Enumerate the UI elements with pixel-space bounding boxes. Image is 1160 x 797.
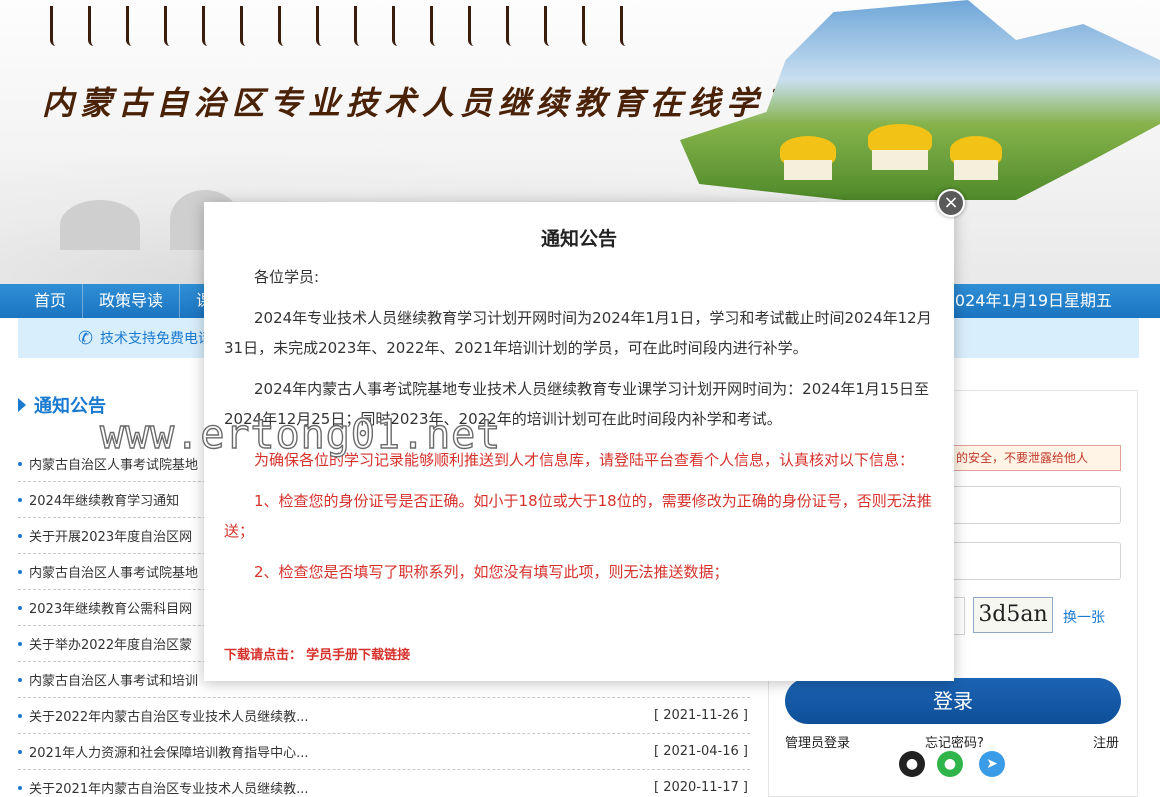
password-input[interactable]: [949, 542, 1121, 580]
admin-login-link[interactable]: 管理员登录: [785, 732, 850, 751]
list-item[interactable]: 关于2021年内蒙古自治区专业技术人员继续教... [ 2020-11-17 ]: [18, 770, 750, 797]
support-phone-label: 技术支持免费电话: [100, 331, 212, 347]
close-icon[interactable]: ×: [937, 189, 965, 217]
list-item-title[interactable]: 2024年继续教育学习通知: [18, 490, 179, 509]
nav-item-home[interactable]: 首页: [0, 284, 84, 318]
nav-date: 2024年1月19日星期五: [944, 291, 1112, 310]
wechat-icon[interactable]: ●: [937, 751, 963, 777]
watermark: www.ertong01.net: [99, 411, 502, 458]
list-item-title[interactable]: 关于举办2022年度自治区蒙: [18, 634, 192, 653]
modal-title: 通知公告: [540, 228, 617, 250]
list-item-title[interactable]: 内蒙古自治区人事考试和培训: [18, 670, 198, 689]
captcha-refresh-link[interactable]: 换一张: [1063, 607, 1105, 627]
triangle-icon: [18, 398, 26, 412]
list-item-title[interactable]: 关于开展2023年度自治区网: [18, 526, 192, 545]
security-warning: 的安全，不要泄露给他人: [949, 445, 1121, 471]
yurt-sketch: [60, 200, 140, 250]
nav-item-policy[interactable]: 政策导读: [83, 284, 181, 318]
captcha-image[interactable]: 3d5an: [973, 597, 1053, 633]
list-item-title[interactable]: 内蒙古自治区人事考试院基地: [18, 562, 198, 581]
notice-section-heading: 通知公告: [18, 392, 106, 418]
download-section: 下载请点击： 学员手册下载链接: [224, 644, 410, 663]
list-item-title[interactable]: 2021年人力资源和社会保障培训教育指导中心...: [18, 742, 308, 761]
list-item-title[interactable]: 关于2022年内蒙古自治区专业技术人员继续教...: [18, 706, 308, 725]
forgot-password-link[interactable]: 忘记密码?: [925, 732, 984, 751]
list-item-date: [ 2021-11-26 ]: [654, 708, 748, 723]
phone-icon: ✆: [78, 328, 94, 349]
manual-download-link[interactable]: 学员手册下载链接: [306, 648, 410, 663]
qq-icon[interactable]: ●: [899, 751, 925, 777]
modal-alert-paragraph: 2、检查您是否填写了职称系列，如您没有填写此项，则无法推送数据；: [254, 563, 729, 581]
login-button[interactable]: 登录: [785, 678, 1121, 724]
list-item-title[interactable]: 2023年继续教育公需科目网: [18, 598, 192, 617]
list-item-date: [ 2020-11-17 ]: [654, 780, 748, 795]
username-input[interactable]: [949, 486, 1121, 524]
modal-greeting: 各位学员:: [254, 268, 320, 286]
notice-heading-label: 通知公告: [34, 396, 106, 417]
mongolian-script-logo: [50, 6, 658, 46]
register-link[interactable]: 注册: [1093, 732, 1119, 751]
list-item[interactable]: 关于2022年内蒙古自治区专业技术人员继续教... [ 2021-11-26 ]: [18, 698, 750, 734]
modal-alert-paragraph: 1、检查您的身份证号是否正确。如小于18位或大于18位的，需要修改为正确的身份证…: [224, 492, 932, 540]
list-item-date: [ 2021-04-16 ]: [654, 744, 748, 759]
list-item-title[interactable]: 关于2021年内蒙古自治区专业技术人员继续教...: [18, 778, 308, 797]
modal-paragraph: 2024年专业技术人员继续教育学习计划开网时间为2024年1月1日，学习和考试截…: [224, 309, 932, 357]
site-title: 内蒙古自治区专业技术人员继续教育在线学习: [42, 84, 803, 122]
list-item[interactable]: 2021年人力资源和社会保障培训教育指导中心... [ 2021-04-16 ]: [18, 734, 750, 770]
telegram-icon[interactable]: ➤: [979, 751, 1005, 777]
download-label: 下载请点击：: [224, 648, 303, 663]
